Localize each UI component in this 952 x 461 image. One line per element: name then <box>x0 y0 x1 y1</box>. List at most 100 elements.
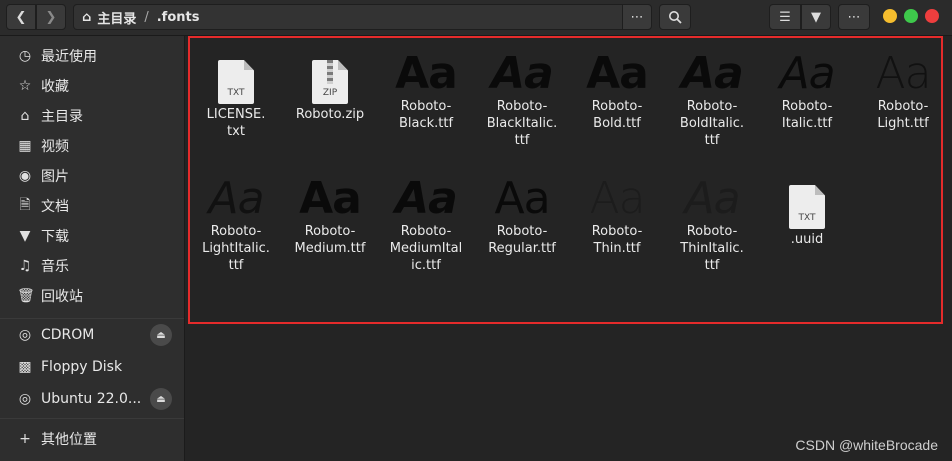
header-bar: ❮ ❯ ⌂ 主目录 / .fonts ⋯ ☰ ▼ ⋯ <box>0 0 952 36</box>
eject-icon[interactable]: ⏏ <box>150 388 172 410</box>
sidebar-item-label: 主目录 <box>41 109 83 125</box>
file-name: Roboto- Regular.ttf <box>488 224 556 256</box>
sidebar-item-music[interactable]: ♫ 音乐 <box>0 252 184 280</box>
file-item[interactable]: Aa Roboto- Medium.ttf <box>285 177 375 257</box>
disc-icon: ◎ <box>18 327 32 343</box>
file-item[interactable]: Aa Roboto- ThinItalic. ttf <box>667 177 757 274</box>
text-file-icon: TXT <box>218 60 254 104</box>
minimize-button[interactable] <box>883 9 897 23</box>
watermark: CSDN @whiteBrocade <box>795 437 938 453</box>
file-item[interactable]: Aa Roboto- Thin.ttf <box>572 177 662 257</box>
file-item[interactable]: Aa Roboto- Bold.ttf <box>572 52 662 132</box>
sidebar-device-ubuntu[interactable]: ◎ Ubuntu 22.0... ⏏ <box>0 385 184 413</box>
sidebar-item-label: Ubuntu 22.0... <box>41 391 142 407</box>
sidebar-item-starred[interactable]: ☆ 收藏 <box>0 72 184 100</box>
sidebar-item-label: 图片 <box>41 169 69 185</box>
chevron-left-icon: ❮ <box>15 9 27 25</box>
file-item[interactable]: Aa Roboto- Black.ttf <box>381 52 471 132</box>
file-item[interactable]: Aa Roboto- Regular.ttf <box>477 177 567 257</box>
view-options-button[interactable]: ▼ <box>801 4 831 30</box>
font-preview-icon: Aa <box>299 173 362 224</box>
file-name: Roboto- LightItalic. ttf <box>202 224 270 273</box>
sidebar-item-label: 视频 <box>41 139 69 155</box>
eject-icon[interactable]: ⏏ <box>150 324 172 346</box>
list-icon: ☰ <box>779 9 791 25</box>
search-button[interactable] <box>659 4 691 30</box>
font-preview-icon: Aa <box>684 173 740 224</box>
ellipsis-icon: ⋯ <box>630 9 644 25</box>
file-item[interactable]: Aa Roboto- LightItalic. ttf <box>191 177 281 274</box>
file-name: Roboto.zip <box>295 107 365 122</box>
sidebar-item-downloads[interactable]: ▼ 下载 <box>0 222 184 250</box>
file-item[interactable]: Aa Roboto- Light.ttf <box>858 52 948 132</box>
file-item[interactable]: Aa Roboto- MediumItal ic.ttf <box>381 177 471 274</box>
file-name: Roboto- Black.ttf <box>398 99 454 131</box>
trash-icon: 🗑 <box>17 288 35 304</box>
sidebar-device-floppy[interactable]: ▩ Floppy Disk <box>0 353 184 381</box>
path-home-label: 主目录 <box>97 11 137 27</box>
menu-button[interactable]: ⋯ <box>838 4 870 30</box>
font-preview-icon: Aa <box>586 48 649 99</box>
path-home-segment[interactable]: ⌂ 主目录 <box>82 8 136 27</box>
sidebar-item-label: 回收站 <box>41 289 83 305</box>
file-item[interactable]: Aa Roboto- BlackItalic. ttf <box>477 52 567 149</box>
close-button[interactable] <box>925 9 939 23</box>
font-preview-icon: Aa <box>589 173 645 224</box>
sidebar-item-documents[interactable]: 🗎 文档 <box>0 192 184 220</box>
maximize-button[interactable] <box>904 9 918 23</box>
path-menu-button[interactable]: ⋯ <box>622 4 652 30</box>
home-icon: ⌂ <box>82 9 92 25</box>
sidebar-divider <box>0 418 184 419</box>
sidebar-item-trash[interactable]: 🗑 回收站 <box>0 282 184 310</box>
sidebar-divider <box>0 318 184 319</box>
file-name: Roboto- Italic.ttf <box>781 99 833 131</box>
sidebar-device-cdrom[interactable]: ◎ CDROM ⏏ <box>0 321 184 349</box>
file-name: Roboto- BlackItalic. ttf <box>486 99 558 148</box>
file-name: Roboto- Medium.ttf <box>294 224 366 256</box>
plus-icon: + <box>19 431 31 447</box>
recent-icon: ◷ <box>18 48 32 64</box>
path-current-segment[interactable]: .fonts <box>157 10 200 25</box>
video-icon: ▦ <box>18 138 32 154</box>
font-preview-icon: Aa <box>395 173 458 224</box>
sidebar-item-label: 收藏 <box>41 79 69 95</box>
file-item[interactable]: ZIP Roboto.zip <box>285 60 375 123</box>
sidebar-item-home[interactable]: ⌂ 主目录 <box>0 102 184 130</box>
sidebar-item-label: 下载 <box>41 229 69 245</box>
sidebar-item-label: 其他位置 <box>41 432 97 448</box>
search-icon <box>669 11 682 24</box>
file-item[interactable]: TXT .uuid <box>762 185 852 248</box>
download-icon: ▼ <box>19 228 31 244</box>
triangle-down-icon: ▼ <box>811 9 821 25</box>
music-icon: ♫ <box>18 258 32 274</box>
font-preview-icon: Aa <box>779 48 835 99</box>
font-preview-icon: Aa <box>875 48 931 99</box>
list-view-button[interactable]: ☰ <box>769 4 801 30</box>
sidebar-item-label: Floppy Disk <box>41 359 123 375</box>
home-icon: ⌂ <box>20 108 30 124</box>
sidebar-item-label: 音乐 <box>41 259 69 275</box>
file-item[interactable]: Aa Roboto- BoldItalic. ttf <box>667 52 757 149</box>
sidebar-item-label: 文档 <box>41 199 69 215</box>
forward-button[interactable]: ❯ <box>36 4 66 30</box>
sidebar-item-videos[interactable]: ▦ 视频 <box>0 132 184 160</box>
text-file-icon: TXT <box>789 185 825 229</box>
sidebar-item-label: 最近使用 <box>41 49 97 65</box>
font-preview-icon: Aa <box>494 173 550 224</box>
font-preview-icon: Aa <box>208 173 264 224</box>
file-item[interactable]: Aa Roboto- Italic.ttf <box>762 52 852 132</box>
file-name: .uuid <box>790 232 824 247</box>
file-name: Roboto- ThinItalic. ttf <box>680 224 744 273</box>
file-name: LICENSE. txt <box>206 107 266 139</box>
file-item[interactable]: TXT LICENSE. txt <box>191 60 281 140</box>
sidebar-other-locations[interactable]: + 其他位置 <box>0 425 184 453</box>
sidebar-item-recent[interactable]: ◷ 最近使用 <box>0 42 184 70</box>
back-button[interactable]: ❮ <box>6 4 36 30</box>
path-separator: / <box>144 9 149 25</box>
file-name: Roboto- Light.ttf <box>877 99 929 131</box>
zip-file-icon: ZIP <box>312 60 348 104</box>
path-bar: ⌂ 主目录 / .fonts <box>73 4 623 30</box>
sidebar-item-pictures[interactable]: ◉ 图片 <box>0 162 184 190</box>
font-preview-icon: Aa <box>681 48 744 99</box>
sidebar-item-label: CDROM <box>41 327 95 343</box>
